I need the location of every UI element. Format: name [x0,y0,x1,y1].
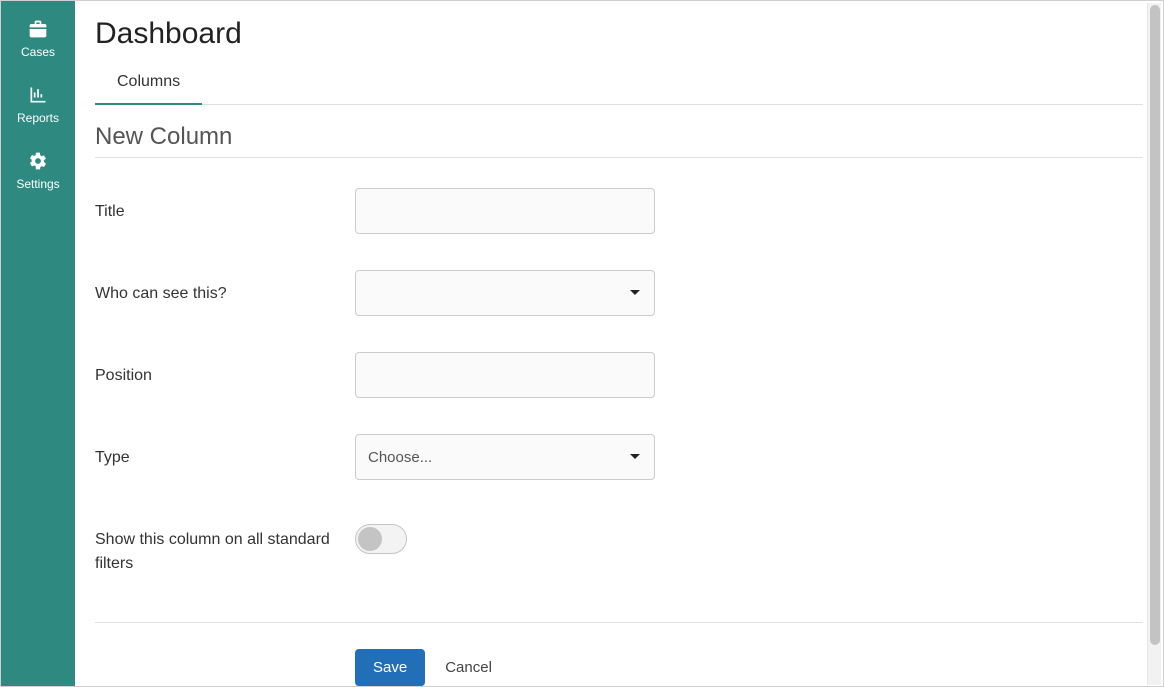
sidebar-item-settings[interactable]: Settings [16,151,59,191]
section-title: New Column [95,123,1143,158]
visibility-select[interactable] [355,270,655,316]
main-content: Dashboard Columns New Column Title Who c… [75,1,1163,686]
sidebar-item-label: Reports [17,111,59,125]
sidebar-item-reports[interactable]: Reports [17,85,59,125]
tab-columns[interactable]: Columns [95,63,202,105]
settings-icon [28,151,48,171]
form-row-visibility: Who can see this? [95,270,1143,316]
type-label: Type [95,434,355,470]
sidebar-item-label: Settings [16,177,59,191]
show-all-toggle[interactable] [355,524,407,554]
tabs: Columns [95,63,1143,105]
title-label: Title [95,188,355,224]
sidebar-item-label: Cases [21,45,55,59]
form-row-type: Type Choose... [95,434,1143,480]
title-input[interactable] [355,188,655,234]
form-row-position: Position [95,352,1143,398]
cases-icon [28,19,48,39]
sidebar-item-cases[interactable]: Cases [21,19,55,59]
reports-icon [28,85,48,105]
toggle-knob [358,527,382,551]
visibility-label: Who can see this? [95,270,355,306]
type-select[interactable]: Choose... [355,434,655,480]
form-actions: Save Cancel [95,622,1143,686]
scrollbar[interactable] [1147,3,1161,685]
form-row-show-all: Show this column on all standard filters [95,516,1143,576]
position-input[interactable] [355,352,655,398]
show-all-label: Show this column on all standard filters [95,516,355,576]
save-button[interactable]: Save [355,649,425,686]
position-label: Position [95,352,355,388]
sidebar: Cases Reports Settings [1,1,75,686]
page-title: Dashboard [95,17,1143,51]
cancel-button[interactable]: Cancel [445,659,492,676]
form-row-title: Title [95,188,1143,234]
scrollbar-thumb[interactable] [1150,5,1160,645]
